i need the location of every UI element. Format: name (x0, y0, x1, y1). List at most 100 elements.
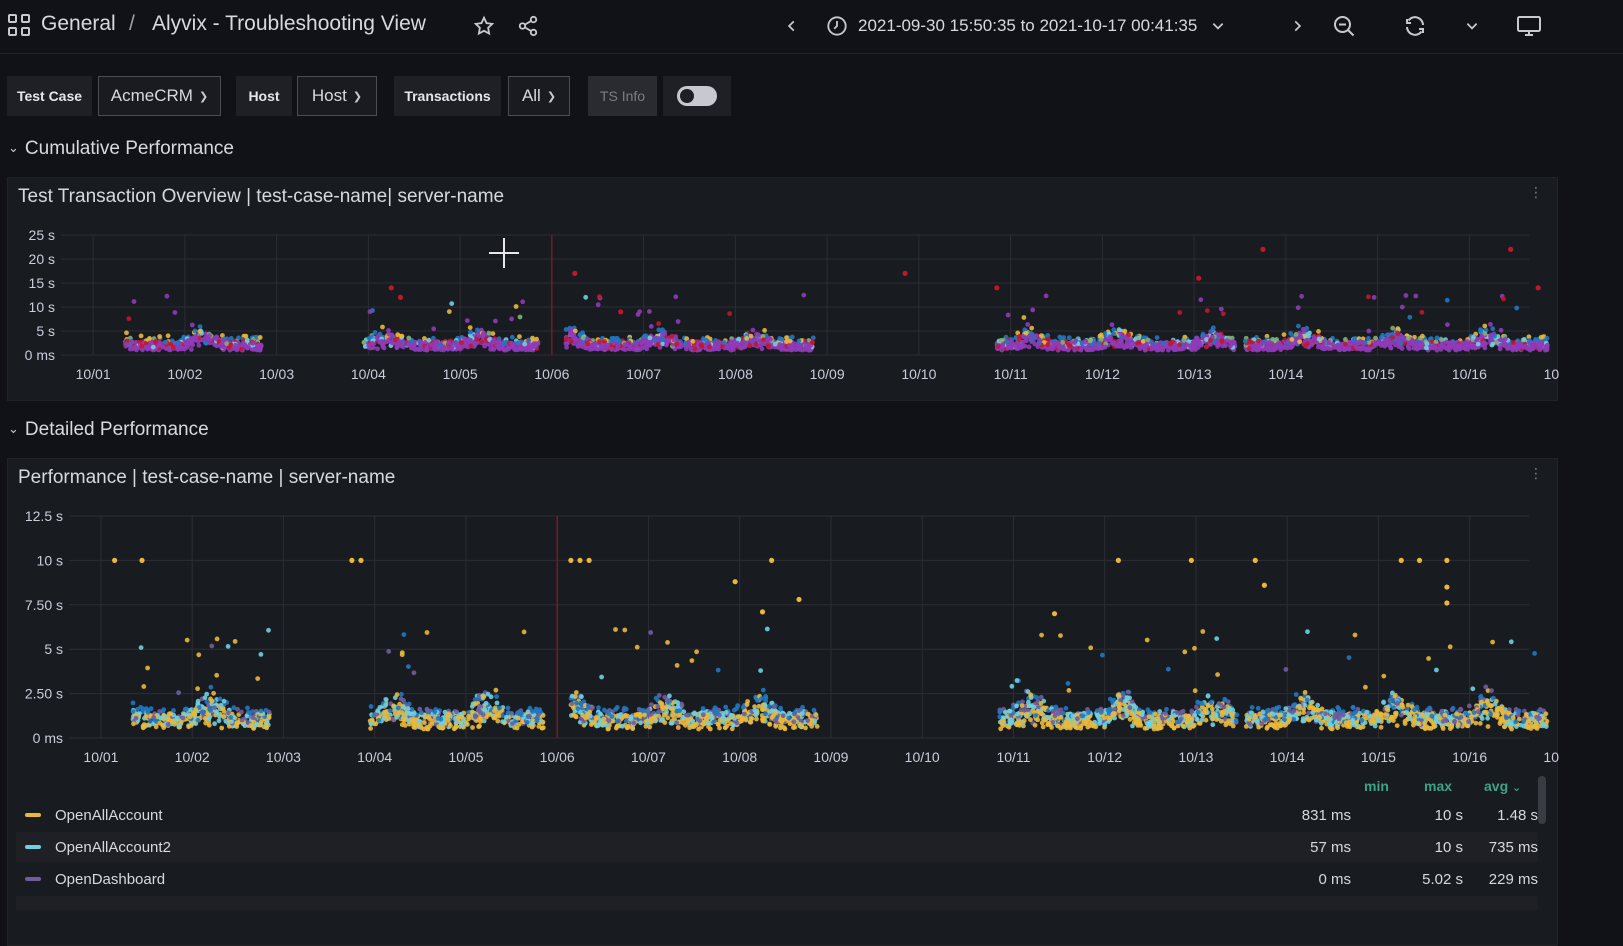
transactions-select[interactable]: All ❯ (508, 76, 570, 116)
data-point (668, 720, 674, 726)
data-point (434, 344, 439, 350)
data-point (399, 333, 405, 339)
data-point (1121, 345, 1127, 350)
section-detailed-performance[interactable]: ⌄ Detailed Performance (8, 419, 209, 441)
performance-chart[interactable]: 0 ms2.50 s5 s7.50 s10 s12.5 s10/01 10/02 1… (8, 459, 1559, 769)
data-point (735, 714, 741, 720)
data-point (195, 686, 201, 692)
data-point (756, 703, 762, 709)
data-point (486, 330, 492, 336)
test-case-select[interactable]: AcmeCRM ❯ (98, 76, 221, 116)
data-point (689, 658, 695, 663)
data-point (683, 722, 688, 728)
data-point (217, 696, 223, 702)
refresh-icon[interactable] (1401, 12, 1429, 40)
data-point (394, 714, 399, 720)
ts-info-toggle[interactable] (677, 86, 717, 106)
data-point (1490, 341, 1496, 347)
chevron-right-icon[interactable] (1283, 12, 1311, 40)
data-point (474, 336, 480, 342)
data-point (754, 716, 759, 722)
data-point (1418, 342, 1424, 348)
tv-mode-icon[interactable] (1515, 12, 1543, 40)
data-point (1353, 344, 1359, 349)
overview-chart[interactable]: 0 ms5 s10 s15 s20 s25 s10/01 10/02 10/03 10… (8, 178, 1559, 402)
data-point (401, 718, 407, 724)
data-point (1039, 632, 1044, 638)
data-point (628, 714, 634, 720)
data-point (494, 700, 500, 706)
data-point (789, 334, 795, 340)
data-point (258, 719, 264, 725)
data-point (196, 343, 202, 348)
data-point (214, 672, 220, 678)
data-point (418, 340, 424, 345)
host-value: Host (311, 86, 347, 105)
data-point (645, 707, 651, 713)
data-point (192, 328, 198, 334)
data-point (255, 676, 261, 681)
data-point (771, 713, 776, 718)
share-icon[interactable] (514, 12, 542, 40)
top-bar: General / Alyvix - Troubleshooting View … (0, 0, 1623, 54)
data-point (1439, 337, 1444, 342)
data-point (491, 715, 497, 721)
section-cumulative-performance[interactable]: ⌄ Cumulative Performance (8, 138, 234, 160)
data-point (637, 309, 642, 314)
data-point (1285, 345, 1290, 351)
data-point (473, 701, 478, 706)
chevron-left-icon[interactable] (778, 12, 806, 40)
data-point (257, 335, 263, 340)
time-range-text: 2021-09-30 15:50:35 to 2021-10-17 00:41:… (858, 16, 1198, 35)
data-point (1204, 308, 1210, 313)
data-point (1423, 345, 1429, 351)
data-point (214, 710, 220, 715)
outlier-point (1508, 246, 1514, 252)
dashboards-grid-icon[interactable] (8, 14, 30, 36)
zoom-out-icon[interactable] (1330, 12, 1358, 40)
data-point (537, 709, 543, 715)
data-point (1168, 341, 1173, 347)
data-point (434, 339, 440, 345)
data-point (1230, 341, 1235, 346)
data-point (1046, 336, 1051, 342)
data-point (1293, 332, 1299, 337)
y-tick-label: 7.50 s (25, 597, 63, 613)
data-point (679, 703, 685, 708)
data-point (656, 327, 662, 333)
refresh-interval-chevron-down-icon[interactable] (1458, 12, 1486, 40)
data-point (611, 340, 616, 345)
star-icon[interactable] (470, 12, 498, 40)
data-point (141, 684, 147, 689)
data-point (669, 706, 675, 712)
x-tick-label: 10/08 (718, 366, 753, 382)
data-point (138, 333, 144, 339)
breadcrumb-folder[interactable]: General (41, 12, 116, 36)
data-point (1366, 294, 1371, 300)
data-point (147, 718, 153, 724)
data-point (418, 347, 423, 352)
data-point (639, 340, 645, 346)
data-point (228, 715, 234, 720)
data-point (225, 644, 231, 649)
data-point (778, 705, 783, 711)
data-point (1384, 341, 1390, 347)
breadcrumb-dashboard-title[interactable]: Alyvix - Troubleshooting View (152, 12, 426, 36)
time-range-picker[interactable]: 2021-09-30 15:50:35 to 2021-10-17 00:41:… (826, 12, 1225, 40)
data-point (534, 336, 539, 342)
data-point (475, 327, 480, 333)
data-point (405, 706, 411, 711)
data-point (493, 687, 499, 693)
data-point (1030, 338, 1036, 344)
data-point (239, 717, 245, 723)
data-point (1135, 340, 1140, 346)
data-point (772, 341, 778, 347)
host-select[interactable]: Host ❯ (297, 76, 377, 116)
data-point (506, 710, 511, 715)
data-point (602, 347, 608, 352)
data-point (475, 707, 481, 713)
data-point (1021, 315, 1027, 320)
data-point (1521, 337, 1527, 342)
data-point (1419, 309, 1425, 315)
data-point (1507, 345, 1512, 351)
